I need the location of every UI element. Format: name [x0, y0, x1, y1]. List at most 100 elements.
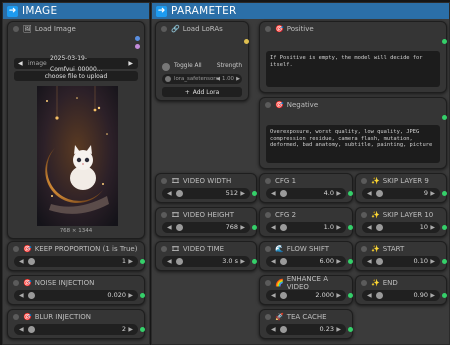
- slider-thumb[interactable]: [28, 258, 35, 265]
- output-mask-dot[interactable]: [135, 44, 140, 49]
- increment-icon[interactable]: ▶: [240, 188, 245, 199]
- output-dot[interactable]: [252, 225, 257, 230]
- decrement-icon[interactable]: ◀: [271, 222, 276, 233]
- slider-thumb[interactable]: [176, 190, 183, 197]
- skip-layer-10-node[interactable]: ✨ SKIP LAYER 10 ◀ 10 ▶: [355, 207, 447, 237]
- increment-icon[interactable]: ▶: [430, 290, 435, 301]
- load-image-header[interactable]: 🖼 Load Image: [8, 22, 144, 35]
- decrement-icon[interactable]: ◀: [367, 222, 372, 233]
- flow-shift-slider[interactable]: ◀ 6.00 ▶: [266, 256, 346, 267]
- collapse-dot[interactable]: [265, 211, 271, 218]
- negative-textarea[interactable]: Overexposure, worst quality, low quality…: [266, 125, 440, 163]
- output-dot[interactable]: [140, 327, 145, 332]
- positive-textarea[interactable]: If Positive is empty, the model will dec…: [266, 51, 440, 87]
- end-slider[interactable]: ◀ 0.90 ▶: [362, 290, 440, 301]
- slider-thumb[interactable]: [376, 224, 383, 231]
- video-width-header[interactable]: 🎞 VIDEO WIDTH: [156, 174, 256, 187]
- decrement-icon[interactable]: ◀: [167, 222, 172, 233]
- collapse-dot[interactable]: [161, 245, 167, 252]
- skip-layer-9-slider[interactable]: ◀ 9 ▶: [362, 188, 440, 199]
- cfg2-header[interactable]: CFG 2: [260, 208, 352, 221]
- collapse-dot[interactable]: [13, 313, 19, 320]
- flow-shift-node[interactable]: 🌊 FLOW SHIFT ◀ 6.00 ▶: [259, 241, 353, 271]
- negative-node[interactable]: 🎯 Negative Overexposure, worst quality, …: [259, 97, 447, 169]
- parameter-group-header[interactable]: ➜ PARAMETER: [152, 3, 449, 19]
- arrow-right-icon[interactable]: ▶: [236, 74, 240, 84]
- collapse-dot[interactable]: [13, 245, 19, 252]
- decrement-icon[interactable]: ◀: [271, 290, 276, 301]
- positive-node[interactable]: 🎯 Positive If Positive is empty, the mod…: [259, 21, 447, 93]
- flow-shift-header[interactable]: 🌊 FLOW SHIFT: [260, 242, 352, 255]
- slider-thumb[interactable]: [176, 258, 183, 265]
- collapse-dot[interactable]: [161, 177, 167, 184]
- video-height-node[interactable]: 🎞 VIDEO HEIGHT ◀ 768 ▶: [155, 207, 257, 237]
- blur-injection-header[interactable]: 🎯 BLUR INJECTION: [8, 310, 144, 323]
- slider-thumb[interactable]: [376, 258, 383, 265]
- video-time-node[interactable]: 🎞 VIDEO TIME ◀ 3.0 s ▶: [155, 241, 257, 271]
- output-dot[interactable]: [442, 39, 447, 44]
- lora-toggle[interactable]: [165, 76, 171, 82]
- upload-button[interactable]: choose file to upload: [14, 71, 138, 81]
- collapse-dot[interactable]: [361, 211, 367, 218]
- output-dot[interactable]: [140, 293, 145, 298]
- increment-icon[interactable]: ▶: [240, 256, 245, 267]
- video-height-header[interactable]: 🎞 VIDEO HEIGHT: [156, 208, 256, 221]
- increment-icon[interactable]: ▶: [336, 188, 341, 199]
- increment-icon[interactable]: ▶: [336, 256, 341, 267]
- collapse-dot[interactable]: [361, 245, 367, 252]
- increment-icon[interactable]: ▶: [336, 324, 341, 335]
- enhance-video-node[interactable]: 🌈 ENHANCE A VIDEO ◀ 2.000 ▶: [259, 275, 353, 305]
- collapse-dot[interactable]: [265, 313, 271, 320]
- slider-thumb[interactable]: [376, 292, 383, 299]
- increment-icon[interactable]: ▶: [336, 222, 341, 233]
- arrow-right-icon[interactable]: ▶: [128, 58, 133, 69]
- tea-cache-node[interactable]: 🚀 TEA CACHE ◀ 0.23 ▶: [259, 309, 353, 339]
- collapse-dot[interactable]: [361, 177, 367, 184]
- increment-icon[interactable]: ▶: [336, 290, 341, 301]
- negative-header[interactable]: 🎯 Negative: [260, 98, 446, 111]
- lora-strength-value[interactable]: 1.00: [222, 74, 234, 84]
- slider-thumb[interactable]: [28, 326, 35, 333]
- increment-icon[interactable]: ▶: [430, 188, 435, 199]
- increment-icon[interactable]: ▶: [128, 290, 133, 301]
- keep-proportion-node[interactable]: 🎯 KEEP PROPORTION (1 is True) ◀ 1 ▶: [7, 241, 145, 271]
- workflow-canvas[interactable]: ➜ IMAGE 🖼 Load Image ◀ image 2025-03-19-…: [0, 0, 450, 345]
- output-dot[interactable]: [348, 225, 353, 230]
- lora-output-dot[interactable]: [244, 39, 249, 44]
- decrement-icon[interactable]: ◀: [367, 256, 372, 267]
- collapse-dot[interactable]: [161, 25, 167, 32]
- add-lora-button[interactable]: + Add Lora: [162, 87, 242, 97]
- increment-icon[interactable]: ▶: [240, 222, 245, 233]
- output-dot[interactable]: [442, 115, 447, 120]
- video-width-slider[interactable]: ◀ 512 ▶: [162, 188, 250, 199]
- decrement-icon[interactable]: ◀: [19, 290, 24, 301]
- slider-thumb[interactable]: [176, 224, 183, 231]
- decrement-icon[interactable]: ◀: [167, 256, 172, 267]
- load-loras-header[interactable]: 🔗 Load LoRAs: [156, 22, 248, 35]
- start-node[interactable]: ✨ START ◀ 0.10 ▶: [355, 241, 447, 271]
- lora-row[interactable]: lora_safetensors ◀ 1.00 ▶: [162, 74, 242, 84]
- decrement-icon[interactable]: ◀: [271, 256, 276, 267]
- collapse-dot[interactable]: [361, 279, 367, 286]
- output-dot[interactable]: [442, 225, 447, 230]
- decrement-icon[interactable]: ◀: [271, 188, 276, 199]
- decrement-icon[interactable]: ◀: [167, 188, 172, 199]
- video-width-node[interactable]: 🎞 VIDEO WIDTH ◀ 512 ▶: [155, 173, 257, 203]
- arrow-left-icon[interactable]: ◀: [216, 74, 220, 84]
- enhance-video-header[interactable]: 🌈 ENHANCE A VIDEO: [260, 275, 352, 291]
- slider-thumb[interactable]: [280, 190, 287, 197]
- output-dot[interactable]: [348, 293, 353, 298]
- increment-icon[interactable]: ▶: [128, 256, 133, 267]
- load-image-node[interactable]: 🖼 Load Image ◀ image 2025-03-19-Comfyui_…: [7, 21, 145, 239]
- cfg1-slider[interactable]: ◀ 4.0 ▶: [266, 188, 346, 199]
- decrement-icon[interactable]: ◀: [19, 256, 24, 267]
- arrow-left-icon[interactable]: ◀: [18, 58, 23, 69]
- noise-injection-header[interactable]: 🎯 NOISE INJECTION: [8, 276, 144, 289]
- start-header[interactable]: ✨ START: [356, 242, 446, 255]
- output-dot[interactable]: [442, 259, 447, 264]
- cfg2-node[interactable]: CFG 2 ◀ 1.0 ▶: [259, 207, 353, 237]
- output-dot[interactable]: [252, 259, 257, 264]
- blur-injection-node[interactable]: 🎯 BLUR INJECTION ◀ 2 ▶: [7, 309, 145, 339]
- output-image-dot[interactable]: [135, 36, 140, 41]
- enhance-video-slider[interactable]: ◀ 2.000 ▶: [266, 290, 346, 301]
